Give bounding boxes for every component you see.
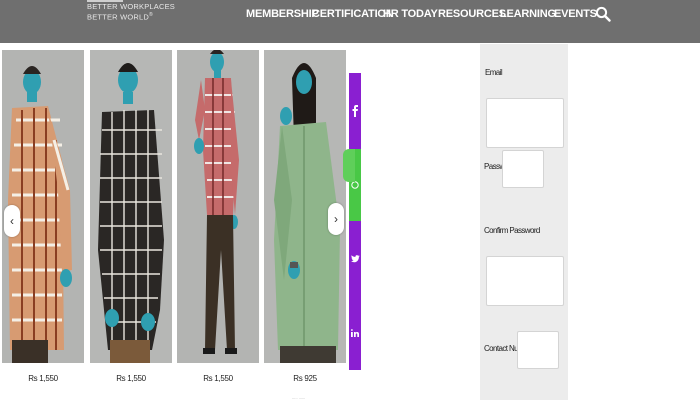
nav-learning[interactable]: LEARNING [500, 0, 556, 27]
password-field[interactable] [502, 150, 544, 188]
nav-certification[interactable]: CERTIFICATION [312, 0, 394, 27]
facebook-share-button[interactable] [349, 73, 361, 149]
logo-line-1: BETTER WORKPLACES [87, 2, 175, 11]
email-label: Email [485, 68, 503, 77]
product-card[interactable] [177, 50, 259, 363]
nav-resources[interactable]: RESOURCES [438, 0, 506, 27]
product-price: Rs 1,550 [203, 374, 233, 383]
email-field[interactable] [486, 98, 564, 148]
twitter-icon [350, 254, 360, 262]
product-image-red-check-shirt [177, 50, 259, 363]
chevron-left-icon: ‹ [10, 214, 14, 228]
product-card[interactable] [90, 50, 172, 363]
product-carousel: ‹ › [0, 47, 350, 400]
nav-events[interactable]: EVENTS [554, 0, 597, 27]
nav-membership[interactable]: MEMBERSHIP [246, 0, 319, 27]
linkedin-icon [351, 329, 359, 337]
twitter-share-button[interactable] [349, 221, 361, 296]
carousel-prev-button[interactable]: ‹ [4, 205, 20, 237]
facebook-icon [352, 105, 358, 117]
share-toggle-tab[interactable] [343, 149, 355, 182]
whatsapp-icon [351, 181, 359, 189]
logo-line-2: BETTER WORLD [87, 12, 149, 22]
product-price: Rs 1,550 [28, 374, 58, 383]
nav-hr-today[interactable]: HR TODAY [383, 0, 438, 27]
confirm-password-label: Confirm Password [484, 226, 540, 235]
product-price: Rs 925 [293, 374, 317, 383]
carousel-pager[interactable]: ..... ...... [292, 395, 305, 400]
confirm-password-field[interactable] [486, 256, 564, 306]
product-price: Rs 1,550 [116, 374, 146, 383]
signup-form-panel: Email Password Confirm Password Contact … [480, 44, 568, 400]
top-navigation-bar: BETTER WORKPLACES BETTER WORLD® MEMBERSH… [0, 0, 700, 43]
carousel-next-button[interactable]: › [328, 203, 344, 235]
contact-number-field[interactable] [517, 331, 559, 369]
chevron-right-icon: › [334, 212, 338, 226]
product-image-black-check-shirt [90, 50, 172, 363]
social-share-bar [349, 73, 361, 370]
logo-registered-mark: ® [149, 12, 153, 18]
search-icon[interactable] [595, 6, 611, 22]
logo-tagline[interactable]: BETTER WORKPLACES BETTER WORLD® [87, 2, 175, 22]
linkedin-share-button[interactable] [349, 296, 361, 370]
